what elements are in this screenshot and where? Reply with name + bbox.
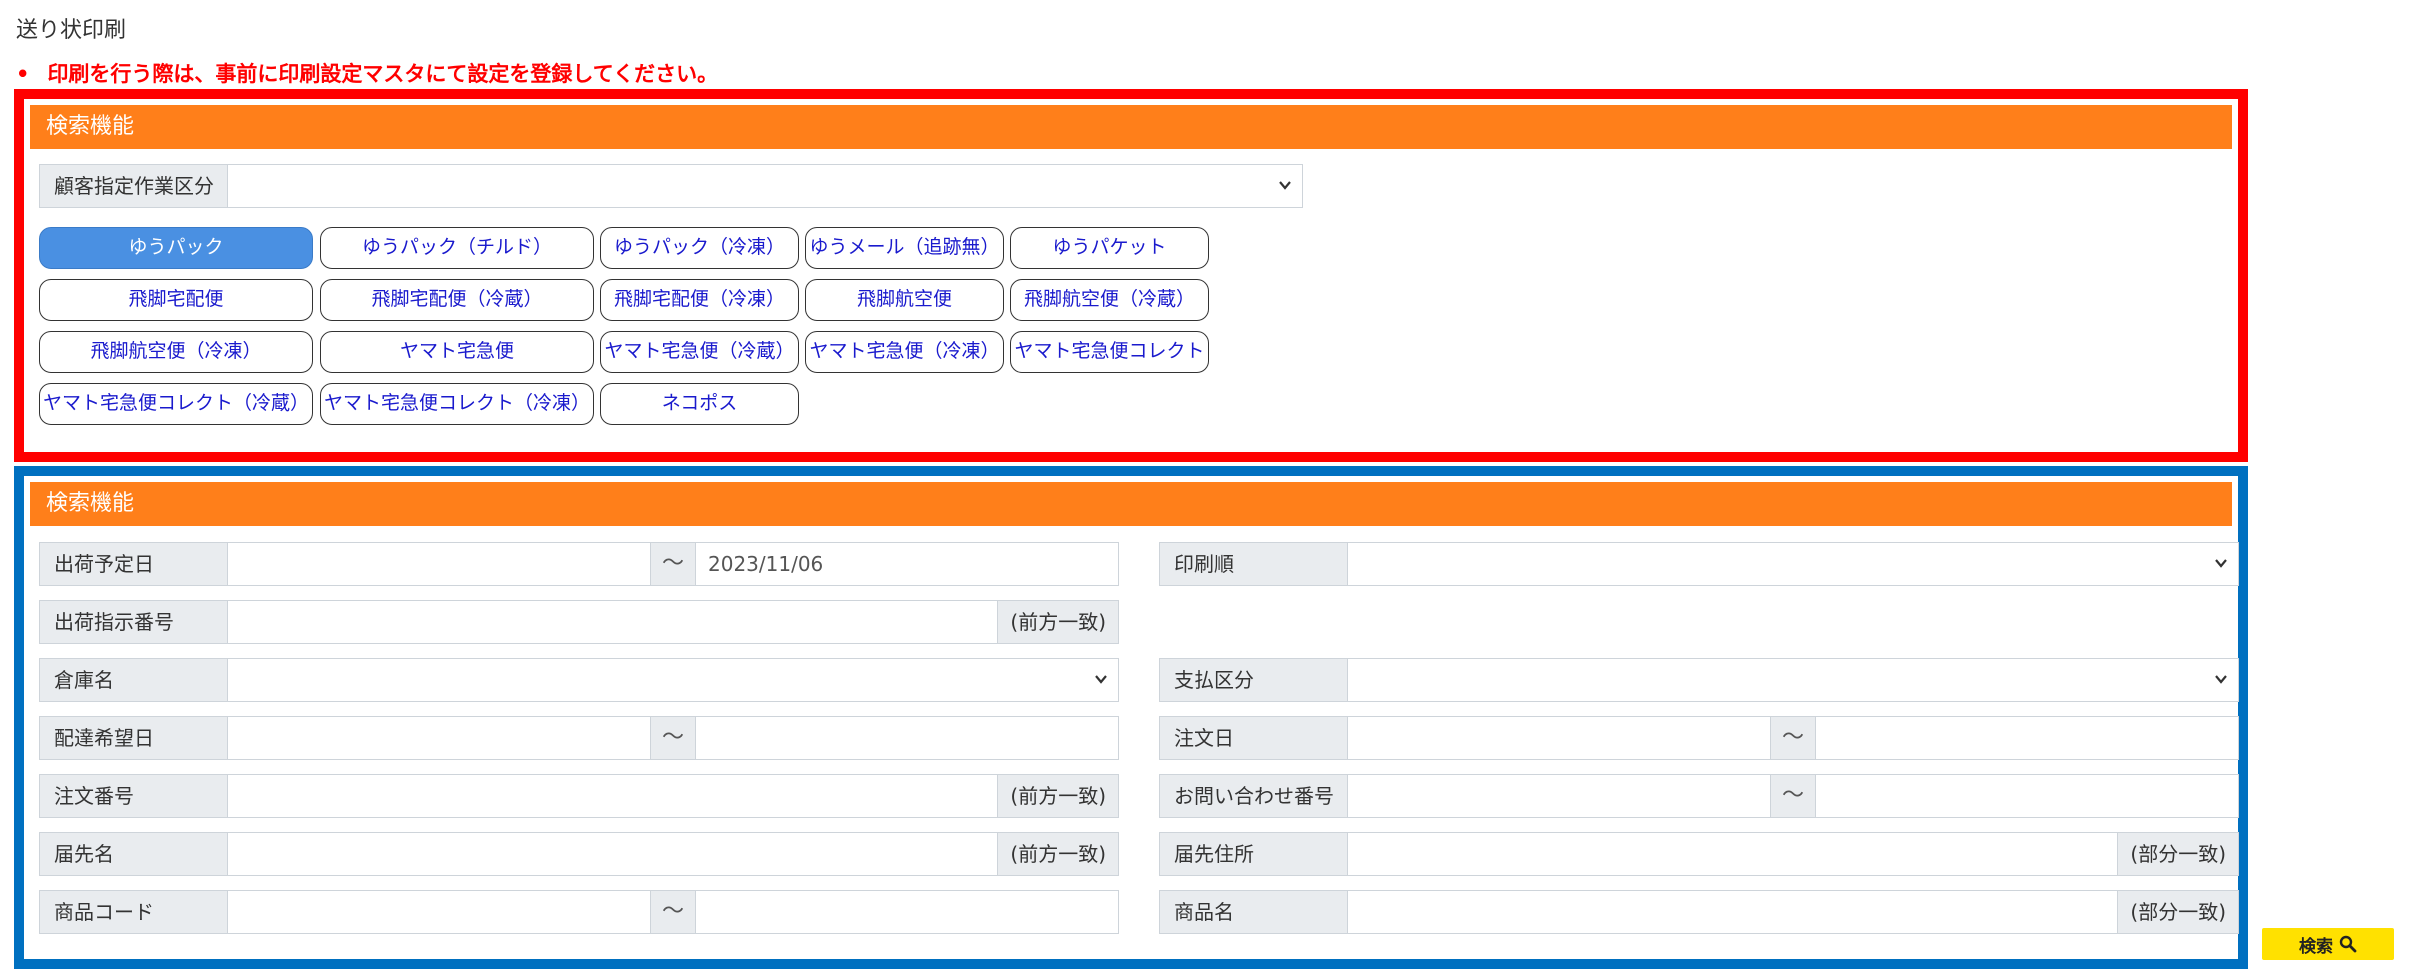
section-header: 検索機能	[30, 482, 2232, 526]
print-order-select[interactable]	[1348, 543, 2238, 585]
carrier-panel-inner: 検索機能 顧客指定作業区分 ゆうパック ゆうパック（チルド） ゆうパック（冷凍） ゆう…	[30, 105, 2232, 446]
delivery-date-from-input[interactable]	[228, 717, 650, 759]
carrier-button[interactable]: ヤマト宅急便（冷凍）	[805, 331, 1004, 373]
page-title: 送り状印刷	[16, 18, 127, 43]
recipient-address-input[interactable]	[1348, 833, 2117, 875]
carrier-button[interactable]: ゆうメール（追跡無）	[805, 227, 1004, 269]
field-label: 商品コード	[40, 891, 228, 933]
match-suffix: (前方一致)	[997, 775, 1118, 817]
product-name-field: 商品名 (部分一致)	[1159, 890, 2239, 934]
carrier-button[interactable]: 飛脚宅配便	[39, 279, 313, 321]
field-label: 出荷指示番号	[40, 601, 228, 643]
field-label: 顧客指定作業区分	[40, 165, 228, 207]
range-separator: ～	[1770, 717, 1816, 759]
carrier-button[interactable]: ヤマト宅急便コレクト	[1010, 331, 1209, 373]
carrier-button[interactable]: ゆうパック	[39, 227, 313, 269]
inquiry-no-from-input[interactable]	[1348, 775, 1770, 817]
ship-date-field: 出荷予定日 ～ 2023/11/06	[39, 542, 1119, 586]
product-code-to-input[interactable]	[696, 891, 1118, 933]
ship-date-from-input[interactable]	[228, 543, 650, 585]
carrier-button[interactable]: ヤマト宅急便	[320, 331, 594, 373]
field-label: お問い合わせ番号	[1160, 775, 1348, 817]
notice: • 印刷を行う際は、事前に印刷設定マスタにて設定を登録してください。	[16, 58, 718, 88]
notice-bullet: •	[16, 62, 30, 86]
search-button-label: 検索	[2299, 936, 2333, 957]
field-label: 届先名	[40, 833, 228, 875]
search-icon	[2339, 935, 2357, 953]
search-panel-inner: 検索機能 出荷予定日 ～ 2023/11/06 印刷順 出荷指示番号 (前方一致…	[30, 482, 2239, 953]
notice-text: 印刷を行う際は、事前に印刷設定マスタにて設定を登録してください。	[47, 62, 719, 86]
field-label: 配達希望日	[40, 717, 228, 759]
match-suffix: (前方一致)	[997, 601, 1118, 643]
payment-type-field: 支払区分	[1159, 658, 2239, 702]
field-label: 支払区分	[1160, 659, 1348, 701]
carrier-button[interactable]: ゆうパケット	[1010, 227, 1209, 269]
match-suffix: (部分一致)	[2117, 891, 2238, 933]
delivery-date-field: 配達希望日 ～	[39, 716, 1119, 760]
product-name-input[interactable]	[1348, 891, 2117, 933]
warehouse-select[interactable]	[228, 659, 1118, 701]
carrier-panel: 検索機能 顧客指定作業区分 ゆうパック ゆうパック（チルド） ゆうパック（冷凍） ゆう…	[14, 89, 2248, 462]
chevron-down-icon	[1095, 675, 1107, 684]
ship-instruction-no-field: 出荷指示番号 (前方一致)	[39, 600, 1119, 644]
order-no-input[interactable]	[228, 775, 997, 817]
search-button[interactable]: 検索	[2262, 928, 2394, 960]
match-suffix: (部分一致)	[2117, 833, 2238, 875]
carrier-button[interactable]: ゆうパック（チルド）	[320, 227, 594, 269]
carrier-button[interactable]: 飛脚航空便（冷凍）	[39, 331, 313, 373]
field-label: 出荷予定日	[40, 543, 228, 585]
inquiry-no-to-input[interactable]	[1816, 775, 2238, 817]
order-no-field: 注文番号 (前方一致)	[39, 774, 1119, 818]
field-label: 印刷順	[1160, 543, 1348, 585]
inquiry-no-field: お問い合わせ番号 ～	[1159, 774, 2239, 818]
product-code-field: 商品コード ～	[39, 890, 1119, 934]
field-label: 注文日	[1160, 717, 1348, 759]
customer-work-select[interactable]	[228, 165, 1302, 207]
field-label: 倉庫名	[40, 659, 228, 701]
recipient-name-field: 届先名 (前方一致)	[39, 832, 1119, 876]
carrier-button[interactable]: ヤマト宅急便コレクト（冷蔵）	[39, 383, 313, 425]
section-header: 検索機能	[30, 105, 2232, 149]
recipient-name-input[interactable]	[228, 833, 997, 875]
carrier-button[interactable]: 飛脚宅配便（冷凍）	[600, 279, 799, 321]
chevron-down-icon	[1279, 181, 1291, 190]
recipient-address-field: 届先住所 (部分一致)	[1159, 832, 2239, 876]
range-separator: ～	[1770, 775, 1816, 817]
carrier-button[interactable]: ヤマト宅急便（冷蔵）	[600, 331, 799, 373]
ship-instruction-no-input[interactable]	[228, 601, 997, 643]
ship-date-to-input[interactable]: 2023/11/06	[696, 543, 1118, 585]
field-label: 商品名	[1160, 891, 1348, 933]
order-date-field: 注文日 ～	[1159, 716, 2239, 760]
range-separator: ～	[650, 891, 696, 933]
print-order-field: 印刷順	[1159, 542, 2239, 586]
warehouse-field: 倉庫名	[39, 658, 1119, 702]
chevron-down-icon	[2215, 559, 2227, 568]
field-label: 注文番号	[40, 775, 228, 817]
select-value	[1348, 668, 1360, 692]
carrier-button[interactable]: ヤマト宅急便コレクト（冷凍）	[320, 383, 594, 425]
match-suffix: (前方一致)	[997, 833, 1118, 875]
select-value	[228, 174, 240, 198]
carrier-button[interactable]: 飛脚航空便（冷蔵）	[1010, 279, 1209, 321]
field-label: 届先住所	[1160, 833, 1348, 875]
payment-type-select[interactable]	[1348, 659, 2238, 701]
product-code-from-input[interactable]	[228, 891, 650, 933]
delivery-date-to-input[interactable]	[696, 717, 1118, 759]
order-date-from-input[interactable]	[1348, 717, 1770, 759]
range-separator: ～	[650, 543, 696, 585]
carrier-button[interactable]: 飛脚宅配便（冷蔵）	[320, 279, 594, 321]
customer-work-field: 顧客指定作業区分	[39, 164, 1303, 208]
carrier-button[interactable]: ゆうパック（冷凍）	[600, 227, 799, 269]
order-date-to-input[interactable]	[1816, 717, 2238, 759]
select-value	[1348, 552, 1360, 576]
select-value	[228, 668, 240, 692]
carrier-button[interactable]: ネコポス	[600, 383, 799, 425]
chevron-down-icon	[2215, 675, 2227, 684]
carrier-button[interactable]: 飛脚航空便	[805, 279, 1004, 321]
search-panel: 検索機能 出荷予定日 ～ 2023/11/06 印刷順 出荷指示番号 (前方一致…	[14, 466, 2248, 969]
range-separator: ～	[650, 717, 696, 759]
